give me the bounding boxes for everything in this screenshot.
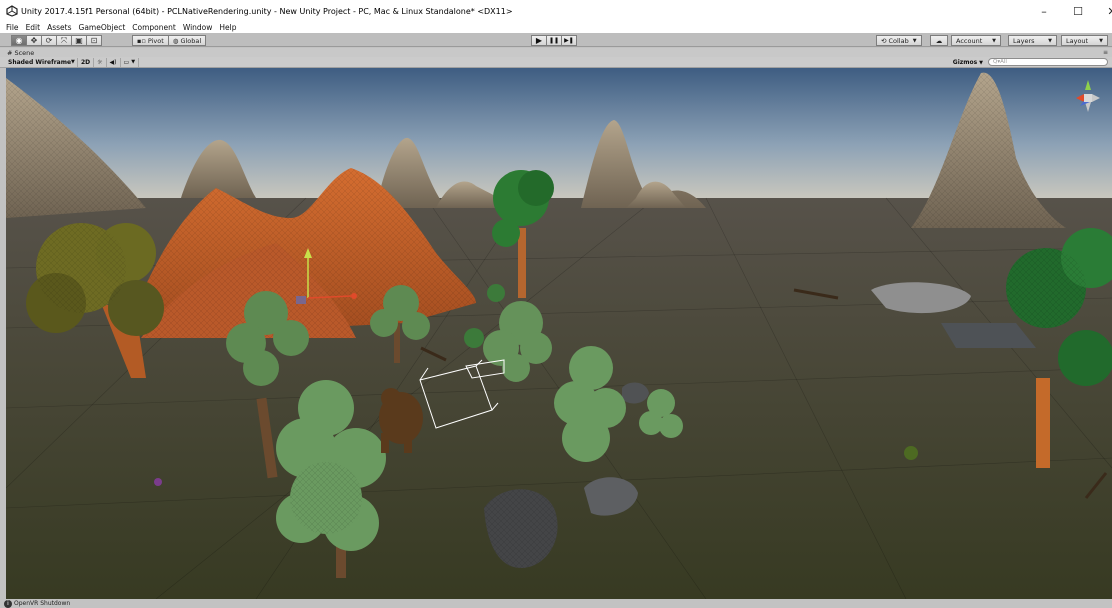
menu-assets[interactable]: Assets bbox=[47, 23, 71, 32]
search-placeholder: Q▾All bbox=[993, 59, 1007, 65]
chevron-down-icon: ▼ bbox=[912, 37, 917, 44]
scene-toolbar-right: Gizmos ▼ Q▾All bbox=[953, 58, 1108, 66]
pivot-label: Pivot bbox=[147, 36, 164, 45]
layout-group: Layout ▼ bbox=[1061, 35, 1108, 46]
scale-tool-button[interactable]: ⤧ bbox=[56, 35, 72, 46]
layers-label: Layers bbox=[1013, 36, 1035, 45]
rotate-icon: ⟳ bbox=[45, 36, 53, 45]
menu-bar: File Edit Assets GameObject Component Wi… bbox=[0, 22, 1112, 33]
collab-label: Collab bbox=[888, 36, 909, 45]
gizmos-label: Gizmos bbox=[952, 58, 978, 66]
layers-dropdown[interactable]: Layers ▼ bbox=[1008, 35, 1057, 46]
playback-controls: ▶ ❚❚ ▶❚ bbox=[531, 35, 577, 46]
pause-icon: ❚❚ bbox=[548, 37, 560, 44]
move-tool-button[interactable]: ✥ bbox=[26, 35, 42, 46]
menu-help[interactable]: Help bbox=[219, 23, 236, 32]
global-toggle[interactable]: ◍ Global bbox=[167, 35, 207, 46]
menu-edit[interactable]: Edit bbox=[26, 23, 41, 32]
move-arrows-icon: ✥ bbox=[30, 36, 38, 45]
global-label: Global bbox=[180, 36, 202, 45]
chevron-down-icon: ▼ bbox=[1099, 37, 1103, 44]
cloud-icon: ☁ bbox=[935, 36, 943, 45]
close-button[interactable]: ✕ bbox=[1095, 0, 1112, 22]
transform-icon: ⊡ bbox=[90, 36, 98, 45]
cloud-group: ☁ bbox=[930, 35, 948, 46]
grid-icon: # bbox=[7, 48, 13, 57]
chevron-down-icon: ▼ bbox=[992, 37, 996, 44]
hand-tool-button[interactable]: ◉ bbox=[11, 35, 27, 46]
play-icon: ▶ bbox=[535, 36, 543, 45]
eye-icon: ◉ bbox=[15, 36, 23, 45]
layout-dropdown[interactable]: Layout ▼ bbox=[1061, 35, 1108, 46]
pause-button[interactable]: ❚❚ bbox=[546, 35, 562, 46]
chevron-down-icon: ▼ bbox=[71, 59, 75, 65]
play-button[interactable]: ▶ bbox=[531, 35, 547, 46]
info-icon: i bbox=[4, 599, 12, 608]
tab-scene[interactable]: # Scene bbox=[7, 48, 34, 57]
shading-mode-label: Shaded Wireframe bbox=[8, 58, 72, 66]
rotate-tool-button[interactable]: ⟳ bbox=[41, 35, 57, 46]
transform-tool-button[interactable]: ⊡ bbox=[86, 35, 102, 46]
layers-group: Layers ▼ bbox=[1008, 35, 1057, 46]
scene-viewport[interactable] bbox=[6, 68, 1112, 599]
chevron-down-icon: ▼ bbox=[979, 59, 983, 66]
pivot-group: ▪▫ Pivot ◍ Global bbox=[132, 35, 207, 46]
effects-dropdown[interactable]: ▭ ▼ bbox=[121, 57, 140, 67]
speaker-icon: ◀) bbox=[109, 58, 117, 66]
title-bar: Unity 2017.4.15f1 Personal (64bit) - PCL… bbox=[0, 0, 1112, 22]
menu-component[interactable]: Component bbox=[132, 23, 176, 32]
pivot-icon: ▪▫ bbox=[137, 36, 146, 45]
gizmos-dropdown[interactable]: Gizmos ▼ bbox=[953, 59, 983, 66]
step-button[interactable]: ▶❚ bbox=[561, 35, 577, 46]
panel-menu-icon[interactable]: ≡ bbox=[1103, 49, 1108, 56]
scene-orientation-gizmo[interactable] bbox=[1070, 76, 1106, 120]
menu-gameobject[interactable]: GameObject bbox=[79, 23, 126, 32]
flower-purple bbox=[154, 478, 162, 486]
menu-file[interactable]: File bbox=[6, 23, 19, 32]
window-title: Unity 2017.4.15f1 Personal (64bit) - PCL… bbox=[21, 6, 513, 16]
audio-toggle[interactable]: ◀) bbox=[107, 57, 121, 67]
sun-icon: ☼ bbox=[97, 58, 103, 66]
account-group: Account ▼ bbox=[951, 35, 1001, 46]
image-icon: ▭ bbox=[123, 58, 130, 66]
2d-toggle[interactable]: 2D bbox=[78, 57, 95, 67]
scene-toolbar: Shaded Wireframe ▼ 2D ☼ ◀) ▭ ▼ Gizmos ▼ Q… bbox=[0, 57, 1112, 68]
scene-render bbox=[6, 68, 1112, 599]
collab-icon: ⟲ bbox=[881, 36, 887, 45]
pivot-toggle[interactable]: ▪▫ Pivot bbox=[132, 35, 169, 46]
rect-tool-button[interactable]: ▣ bbox=[71, 35, 87, 46]
status-bar: i OpenVR Shutdown bbox=[0, 599, 1112, 608]
account-label: Account bbox=[956, 36, 983, 45]
status-message: OpenVR Shutdown bbox=[14, 600, 71, 607]
scale-icon: ⤧ bbox=[60, 35, 68, 45]
layout-label: Layout bbox=[1066, 36, 1089, 45]
chevron-down-icon: ▼ bbox=[1048, 37, 1052, 44]
main-toolbar: ◉ ✥ ⟳ ⤧ ▣ ⊡ ▪▫ Pivot ◍ Global ▶ ❚❚ ▶❚ ⟲ Col… bbox=[0, 33, 1112, 47]
minimize-button[interactable]: – bbox=[1027, 0, 1061, 22]
cloud-button[interactable]: ☁ bbox=[930, 35, 948, 46]
2d-label: 2D bbox=[81, 58, 91, 66]
collab-dropdown[interactable]: ⟲ Collab ▼ bbox=[876, 35, 922, 46]
rect-icon: ▣ bbox=[75, 36, 83, 45]
menu-window[interactable]: Window bbox=[183, 23, 213, 32]
unity-logo-icon bbox=[6, 5, 18, 17]
lighting-toggle[interactable]: ☼ bbox=[94, 57, 107, 67]
account-dropdown[interactable]: Account ▼ bbox=[951, 35, 1001, 46]
maximize-button[interactable]: ☐ bbox=[1061, 0, 1095, 22]
chevron-down-icon: ▼ bbox=[131, 59, 136, 65]
step-icon: ▶❚ bbox=[564, 37, 574, 44]
services-group: ⟲ Collab ▼ bbox=[876, 35, 922, 46]
shading-mode-dropdown[interactable]: Shaded Wireframe ▼ bbox=[0, 57, 78, 67]
tab-scene-label: Scene bbox=[14, 48, 35, 57]
transform-tools: ◉ ✥ ⟳ ⤧ ▣ ⊡ bbox=[11, 35, 102, 46]
scene-tab-bar: # Scene ≡ bbox=[0, 48, 1112, 57]
globe-icon: ◍ bbox=[172, 36, 179, 45]
scene-search-input[interactable]: Q▾All bbox=[988, 58, 1108, 66]
